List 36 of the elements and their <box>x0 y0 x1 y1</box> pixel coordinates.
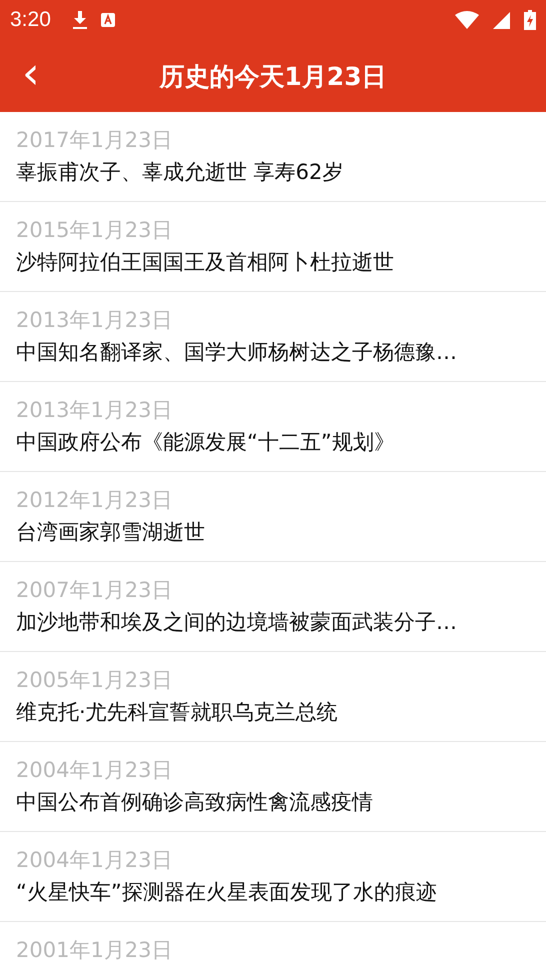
event-row[interactable]: 2015年1月23日 沙特阿拉伯王国国王及首相阿卜杜拉逝世 <box>0 202 546 292</box>
event-date: 2013年1月23日 <box>16 397 174 424</box>
event-title: 台湾画家郭雪湖逝世 <box>16 519 206 546</box>
letter-a-icon <box>100 13 115 27</box>
wifi-icon <box>455 11 479 29</box>
event-date: 2004年1月23日 <box>16 847 174 874</box>
event-date: 2017年1月23日 <box>16 127 174 154</box>
event-date: 2007年1月23日 <box>16 577 174 604</box>
status-time: 3:20 <box>10 8 51 32</box>
event-row[interactable]: 2012年1月23日 台湾画家郭雪湖逝世 <box>0 472 546 562</box>
event-title: 加沙地带和埃及之间的边境墙被蒙面武装分子… <box>16 609 458 636</box>
event-title: 维克托·尤先科宣誓就职乌克兰总统 <box>16 699 339 726</box>
event-date: 2013年1月23日 <box>16 307 174 334</box>
event-row[interactable]: 2007年1月23日 加沙地带和埃及之间的边境墙被蒙面武装分子… <box>0 562 546 652</box>
event-row[interactable]: 2013年1月23日 中国政府公布《能源发展“十二五”规划》 <box>0 382 546 472</box>
signal-icon <box>493 12 510 28</box>
event-title: 中国政府公布《能源发展“十二五”规划》 <box>16 429 396 456</box>
event-date: 2004年1月23日 <box>16 757 174 784</box>
event-title: 中国公布首例确诊高致病性禽流感疫情 <box>16 789 374 816</box>
event-date: 2005年1月23日 <box>16 667 174 694</box>
event-row[interactable]: 2017年1月23日 辜振甫次子、辜成允逝世 享寿62岁 <box>0 112 546 202</box>
event-date: 2012年1月23日 <box>16 487 174 514</box>
event-row[interactable]: 2013年1月23日 中国知名翻译家、国学大师杨树达之子杨德豫… <box>0 292 546 382</box>
event-row[interactable]: 2005年1月23日 维克托·尤先科宣誓就职乌克兰总统 <box>0 652 546 742</box>
back-button[interactable]: ‹ <box>14 54 48 94</box>
event-title: 沙特阿拉伯王国国王及首相阿卜杜拉逝世 <box>16 249 395 276</box>
event-date: 2001年1月23日 <box>16 937 174 964</box>
event-date: 2015年1月23日 <box>16 217 174 244</box>
page-title: 历史的今天1月23日 <box>159 60 387 92</box>
event-title: 中国知名翻译家、国学大师杨树达之子杨德豫… <box>16 339 458 366</box>
event-title: “火星快车”探测器在火星表面发现了水的痕迹 <box>16 879 438 906</box>
battery-icon <box>524 10 536 30</box>
event-row[interactable]: 2004年1月23日 中国公布首例确诊高致病性禽流感疫情 <box>0 742 546 832</box>
download-icon <box>72 11 87 29</box>
event-row[interactable]: 2004年1月23日 “火星快车”探测器在火星表面发现了水的痕迹 <box>0 832 546 922</box>
event-title: 辜振甫次子、辜成允逝世 享寿62岁 <box>16 159 344 186</box>
